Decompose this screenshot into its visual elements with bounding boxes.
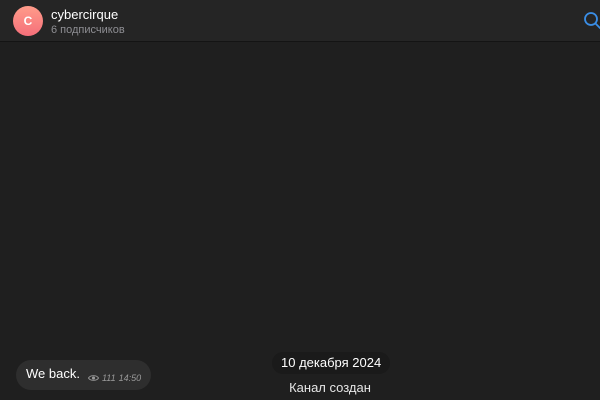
subscriber-count: 6 подписчиков [51,24,125,36]
avatar-letter: C [23,14,33,28]
search-button[interactable] [583,11,600,31]
message-feed[interactable]: 10 декабря 2024 Канал создан [0,43,600,400]
search-icon [584,12,600,29]
message-time: 14:50 [118,373,142,383]
view-count: 111 [101,373,116,383]
channel-name[interactable]: cybercirque [51,7,118,23]
eye-icon [87,375,99,381]
date-separator: 10 декабря 2024 [272,352,391,374]
message-bubble[interactable]: We back. 111 14:50 [16,360,152,390]
message-meta: 111 14:50 [87,373,142,383]
telegram-channel-window: C cybercirque 6 подписчиков 10 декабря 2… [0,0,600,400]
channel-avatar[interactable]: C [13,6,43,36]
channel-header[interactable]: C cybercirque 6 подписчиков [0,0,600,42]
message-text: We back. [26,366,80,381]
